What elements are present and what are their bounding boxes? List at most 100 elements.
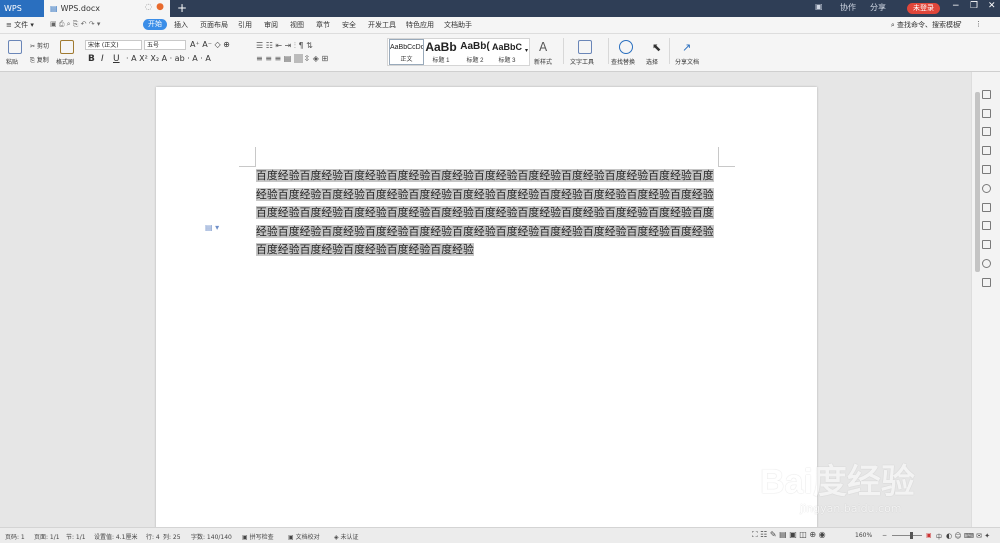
paste-icon[interactable]	[8, 40, 22, 54]
find-replace-button[interactable]: 查找替换	[611, 57, 635, 66]
text-effect-icons[interactable]: · A X² X₂ A · ab · A · A	[126, 54, 211, 63]
zoom-out-button[interactable]: −	[882, 532, 887, 539]
tab-doc-assistant[interactable]: 文档助手	[444, 20, 472, 30]
select-button[interactable]: 选择	[646, 57, 658, 66]
document-body[interactable]: 百度经验百度经验百度经验百度经验百度经验百度经验百度经验百度经验百度经验百度经验…	[256, 167, 718, 260]
status-row[interactable]: 行: 4	[146, 532, 160, 541]
tab-security[interactable]: 安全	[342, 20, 356, 30]
pin-icon[interactable]: ◌	[145, 2, 152, 11]
pointer-icon[interactable]	[982, 109, 991, 118]
ime-language[interactable]: 中	[936, 532, 942, 541]
doc-compare-button[interactable]: ▣ 文档校对	[288, 532, 320, 541]
style-heading2[interactable]: AaBb( 标题 2	[458, 39, 492, 65]
view-mode-icons[interactable]: ⛶ ☷ ✎ ▤ ▣ ◫ ⊕ ◉	[752, 530, 826, 540]
tab-view[interactable]: 视图	[290, 20, 304, 30]
underline-button[interactable]: U	[113, 54, 120, 64]
cursor-icon[interactable]: ⬉	[652, 41, 661, 54]
share-document-button[interactable]: 分享文档	[675, 57, 699, 66]
pen-icon[interactable]	[982, 90, 991, 99]
history-icon[interactable]	[982, 259, 991, 268]
zoom-slider[interactable]	[892, 535, 922, 536]
export-icon[interactable]	[982, 203, 991, 212]
new-style-button[interactable]: 新样式	[534, 57, 552, 66]
spell-check-button[interactable]: ▣ 拼写检查	[242, 532, 274, 541]
search-command[interactable]: ⌕ 查找命令、搜索模板	[891, 20, 960, 30]
tab-layout[interactable]: 页面布局	[200, 20, 228, 30]
quick-access-icons[interactable]: ▣ ⎙ ⌕ ⎘ ↶ ↷ ▾	[50, 20, 100, 29]
share-icon[interactable]: ↗	[682, 41, 691, 54]
document-list-icon[interactable]	[982, 165, 991, 174]
style-heading3[interactable]: AaBbC 标题 3	[492, 39, 522, 65]
zoom-slider-knob[interactable]	[910, 532, 913, 539]
style-normal[interactable]: AaBbCcDd 正文	[389, 39, 424, 65]
user-icon[interactable]: ▣	[815, 2, 823, 11]
format-painter-button[interactable]: 格式刷	[56, 57, 74, 66]
list-icons[interactable]: ☰ ☷ ⇤ ⇥ ⫶ ¶ ⇅	[256, 41, 313, 51]
justify-active-icon[interactable]	[294, 54, 303, 63]
collab-button[interactable]: 协作	[840, 2, 856, 13]
document-page[interactable]: 百度经验百度经验百度经验百度经验百度经验百度经验百度经验百度经验百度经验百度经验…	[156, 87, 817, 537]
crop-mark	[718, 147, 719, 167]
copy-button[interactable]: ⎘ 复制	[30, 55, 49, 65]
style-heading1-sample: AaBb	[425, 40, 457, 54]
star-icon[interactable]	[982, 184, 991, 193]
format-painter-icon[interactable]	[60, 40, 74, 54]
tab-developer[interactable]: 开发工具	[368, 20, 396, 30]
status-section[interactable]: 节: 1/1	[66, 532, 86, 541]
tab-start[interactable]: 开始	[143, 19, 167, 30]
new-style-icon[interactable]: A	[539, 40, 553, 54]
status-page[interactable]: 页码: 1	[5, 532, 25, 541]
cut-label: 剪切	[36, 43, 49, 50]
copy-icon: ⎘	[30, 57, 35, 64]
scrollbar-thumb[interactable]	[975, 92, 980, 272]
spell-check-label: 拼写检查	[249, 534, 274, 541]
status-col[interactable]: 列: 25	[163, 532, 181, 541]
font-name-select[interactable]: 宋体 (正文)	[85, 40, 142, 50]
style-scroll-icon[interactable]: ▾	[525, 47, 528, 54]
app-tab-wps[interactable]: WPS	[0, 0, 44, 17]
magnifier-icon[interactable]	[619, 40, 633, 54]
ime-tools-icons[interactable]: ◐ ☺ ⌨ ✉ ✦	[946, 532, 990, 540]
close-window-icon[interactable]: ✕	[988, 1, 996, 11]
tab-review[interactable]: 审阅	[264, 20, 278, 30]
menu-file[interactable]: ≡ 文件 ▾	[6, 20, 34, 30]
italic-button[interactable]: I	[101, 54, 104, 64]
share-button[interactable]: 分享	[870, 2, 886, 13]
status-pages[interactable]: 页面: 1/1	[34, 532, 60, 541]
bold-button[interactable]: B	[88, 54, 95, 64]
paste-button[interactable]: 粘贴	[6, 57, 18, 66]
font-size-select[interactable]: 五号	[144, 40, 186, 50]
eraser-icon[interactable]	[982, 127, 991, 136]
help-button[interactable]: ?	[958, 20, 962, 28]
zoom-level[interactable]: 160%	[855, 532, 872, 539]
add-tab-button[interactable]: +	[177, 1, 187, 15]
status-word-count[interactable]: 字数: 140/140	[191, 532, 232, 541]
certification-button[interactable]: ◈ 未认证	[334, 532, 359, 541]
tab-references[interactable]: 引用	[238, 20, 252, 30]
title-bar: WPS ▤ WPS.docx ◌ ● + ▣ 协作 分享 未登录 − ❐ ✕	[0, 0, 1000, 17]
wrench-icon[interactable]	[578, 40, 592, 54]
template-icon[interactable]	[982, 278, 991, 287]
status-position[interactable]: 设置值: 4.1厘米	[94, 532, 137, 541]
status-bar: 页码: 1 页面: 1/1 节: 1/1 设置值: 4.1厘米 行: 4 列: …	[0, 527, 1000, 543]
settings-sliders-icon[interactable]	[982, 146, 991, 155]
login-button[interactable]: 未登录	[907, 3, 940, 14]
selected-text[interactable]: 百度经验百度经验百度经验百度经验百度经验百度经验百度经验百度经验百度经验百度经验…	[256, 169, 714, 256]
font-grow-shrink-icons[interactable]: A⁺ A⁻ ◇ ⊕	[190, 40, 230, 49]
close-tab-icon[interactable]: ●	[156, 2, 164, 12]
align-icons[interactable]: ≡ ≡ ≡ ▤ ☰ ⇳ ◈ ⊞	[256, 54, 328, 63]
minimize-icon[interactable]: −	[952, 1, 960, 11]
style-heading1[interactable]: AaBb 标题 1	[424, 39, 458, 65]
ime-logo-icon[interactable]: ▣	[926, 532, 932, 539]
more-icon[interactable]: ⋮	[975, 20, 982, 28]
paragraph-layout-icon[interactable]: ▤ ▾	[205, 223, 219, 232]
restore-icon[interactable]: ❐	[970, 1, 978, 11]
tab-features[interactable]: 特色应用	[406, 20, 434, 30]
image-icon[interactable]	[982, 240, 991, 249]
document-tab[interactable]: ▤ WPS.docx ◌ ●	[44, 0, 170, 17]
tab-chapter[interactable]: 章节	[316, 20, 330, 30]
cut-button[interactable]: ✂ 剪切	[30, 41, 49, 50]
text-tools-button[interactable]: 文字工具	[570, 57, 594, 66]
table-icon[interactable]	[982, 221, 991, 230]
tab-insert[interactable]: 插入	[174, 20, 188, 30]
